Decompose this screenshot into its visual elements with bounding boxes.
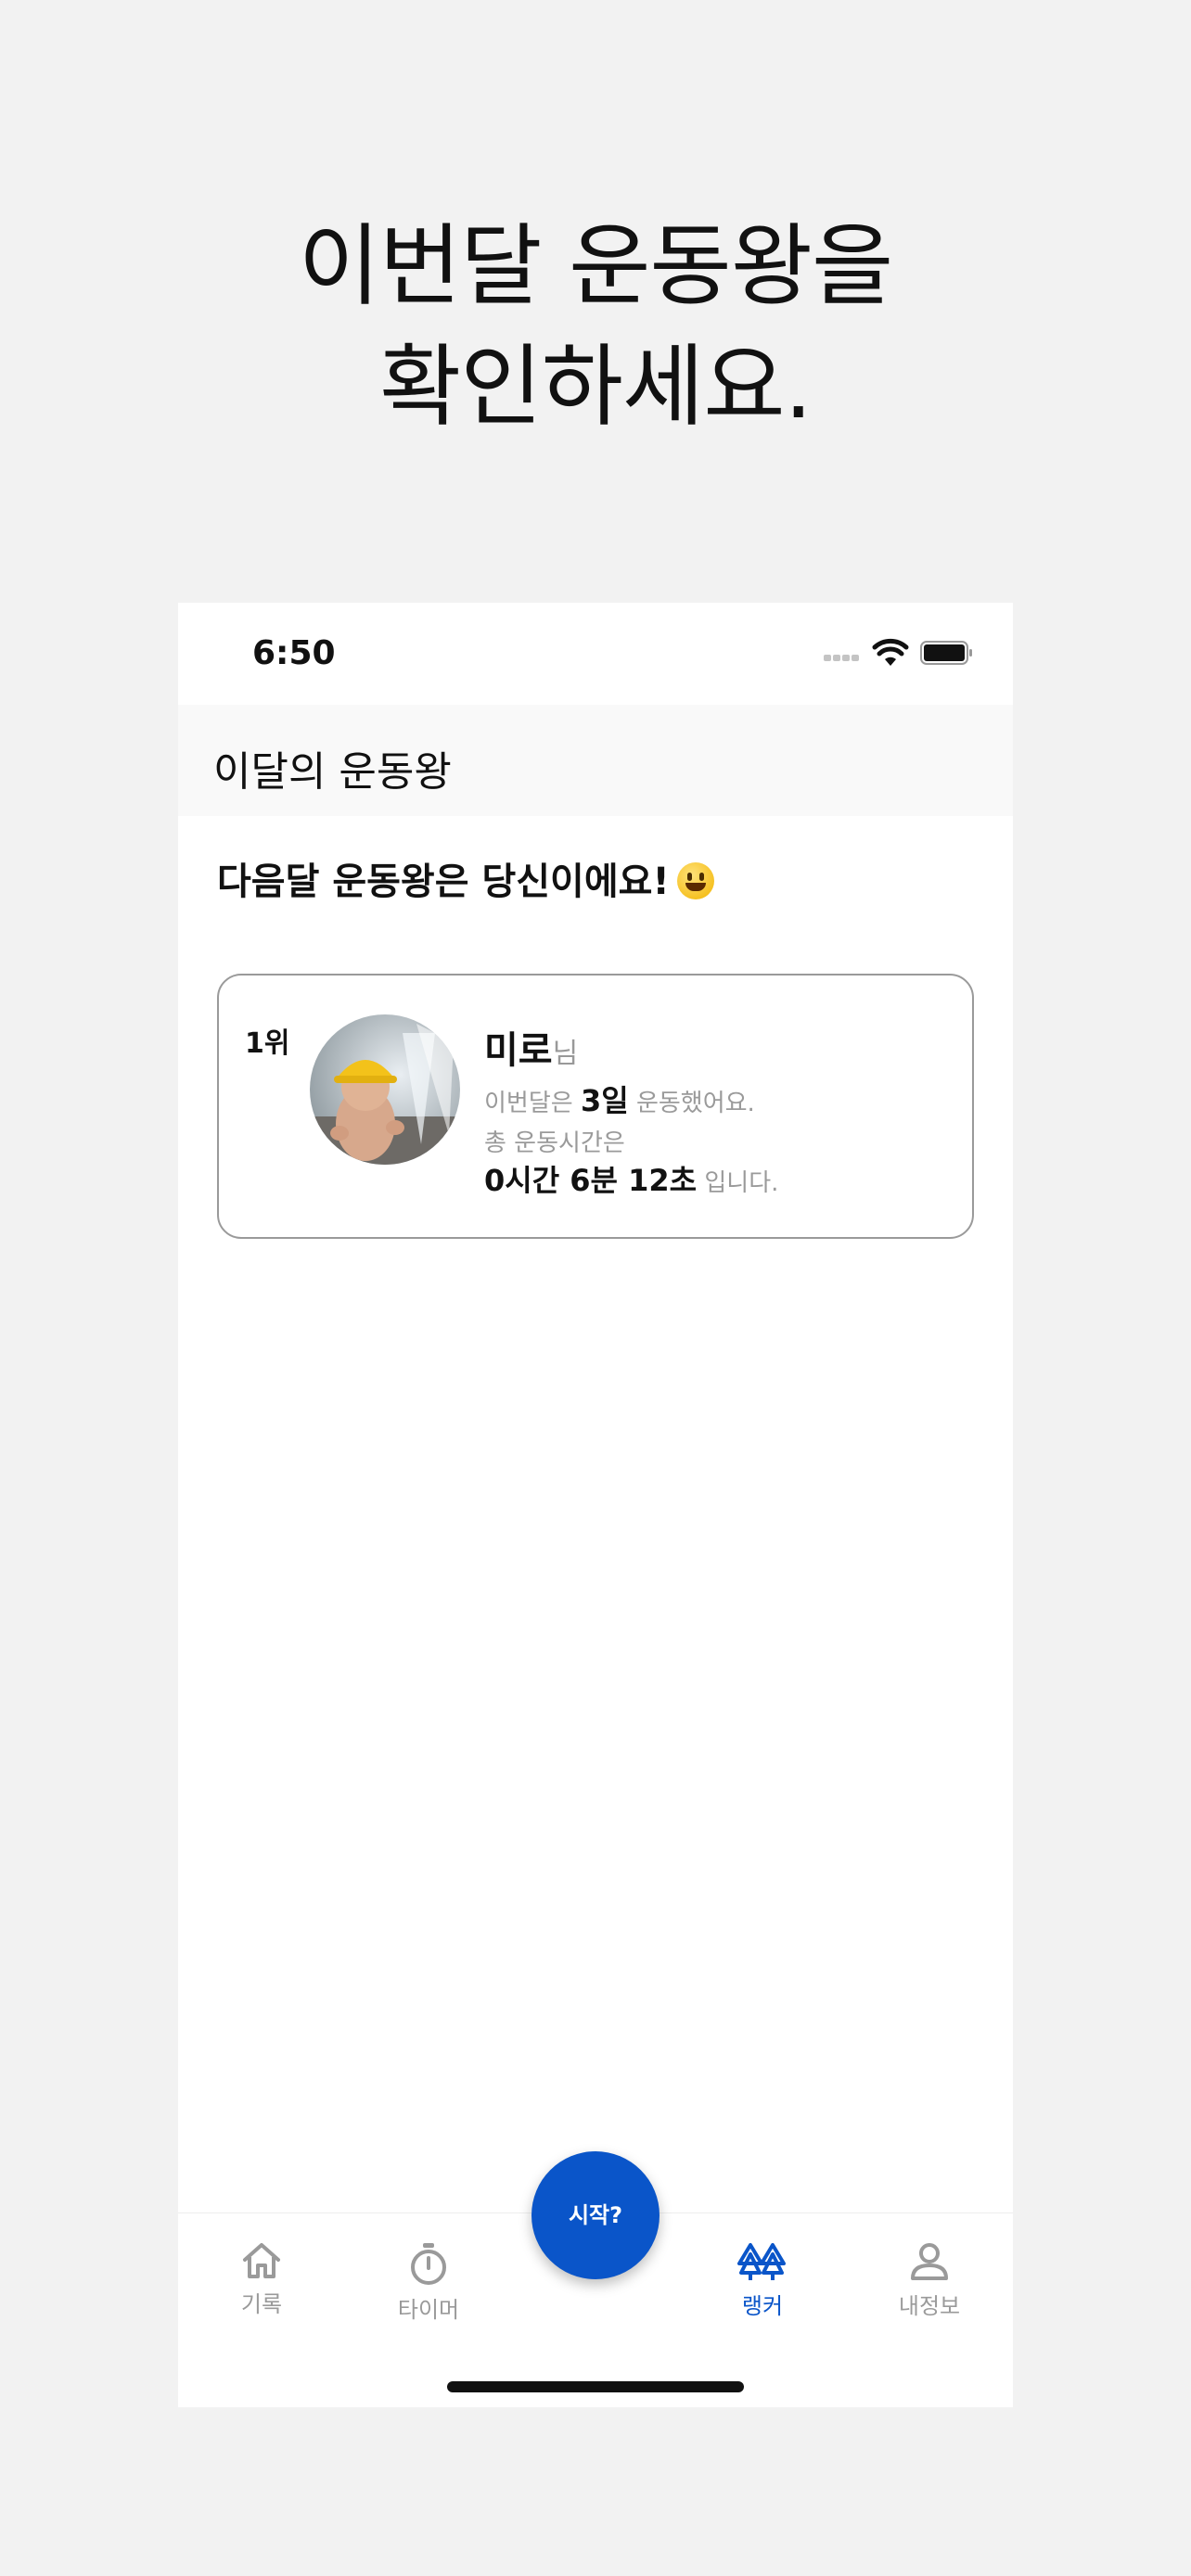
tab-label-timer: 타이머 <box>397 2297 460 2323</box>
time-label: 총 운동시간은 <box>484 1124 625 1158</box>
phone-screen: 6:50 이달의 운동왕 다음달 운동왕은 당신이에요! 1위 미로님 이번달은… <box>178 603 1013 2407</box>
time-stat: 0시간 6분 12초 입니다. <box>484 1157 778 1200</box>
smiley-emoji-icon <box>676 862 714 899</box>
next-month-message: 다음달 운동왕은 당신이에요! <box>217 851 714 905</box>
page-title: 이달의 운동왕 <box>213 748 452 796</box>
time-suffix: 입니다. <box>704 1169 779 1197</box>
rank-badge: 1위 <box>245 1027 290 1060</box>
time-value: 0시간 6분 12초 <box>484 1163 698 1198</box>
avatar <box>310 1014 460 1165</box>
tab-timer[interactable]: 타이머 <box>373 2241 484 2324</box>
tab-label-profile: 내정보 <box>898 2293 961 2319</box>
person-icon <box>911 2243 948 2280</box>
status-bar: 6:50 <box>178 603 1013 705</box>
days-stat: 이번달은 3일 운동했어요. <box>484 1078 755 1120</box>
days-suffix: 운동했어요. <box>635 1090 755 1117</box>
home-icon <box>243 2243 280 2278</box>
tab-label-records: 기록 <box>240 2291 283 2317</box>
ranker-name-text: 미로 <box>484 1029 553 1072</box>
ranker-name: 미로님 <box>484 1020 578 1074</box>
status-time: 6:50 <box>252 634 336 672</box>
home-indicator[interactable] <box>447 2381 744 2392</box>
stopwatch-icon <box>411 2243 446 2285</box>
battery-icon <box>920 641 972 665</box>
tab-profile[interactable]: 내정보 <box>874 2241 985 2320</box>
avatar-photo <box>310 1014 460 1165</box>
trees-icon <box>737 2243 786 2280</box>
next-month-text: 다음달 운동왕은 당신이에요! <box>217 861 670 903</box>
nav-bar: 이달의 운동왕 <box>178 705 1013 816</box>
tab-records[interactable]: 기록 <box>206 2241 317 2318</box>
signal-icon <box>824 655 863 664</box>
tab-label-ranker: 랭커 <box>741 2293 784 2319</box>
time-prefix: 총 운동시간은 <box>484 1129 625 1157</box>
start-button[interactable]: 시작? <box>531 2151 660 2279</box>
days-value: 3일 <box>580 1083 629 1118</box>
honorific: 님 <box>552 1038 579 1070</box>
headline-line-2: 확인하세요. <box>378 335 813 439</box>
tab-ranker[interactable]: 랭커 <box>707 2241 818 2320</box>
promo-headline: 이번달 운동왕을 확인하세요. <box>0 206 1191 447</box>
headline-line-1: 이번달 운동왕을 <box>298 214 894 318</box>
wifi-icon <box>872 638 909 666</box>
days-prefix: 이번달은 <box>484 1090 573 1117</box>
rank-card[interactable]: 1위 미로님 이번달은 3일 운동했어요. 총 운동시간은 0시간 6분 12초… <box>217 974 974 1239</box>
